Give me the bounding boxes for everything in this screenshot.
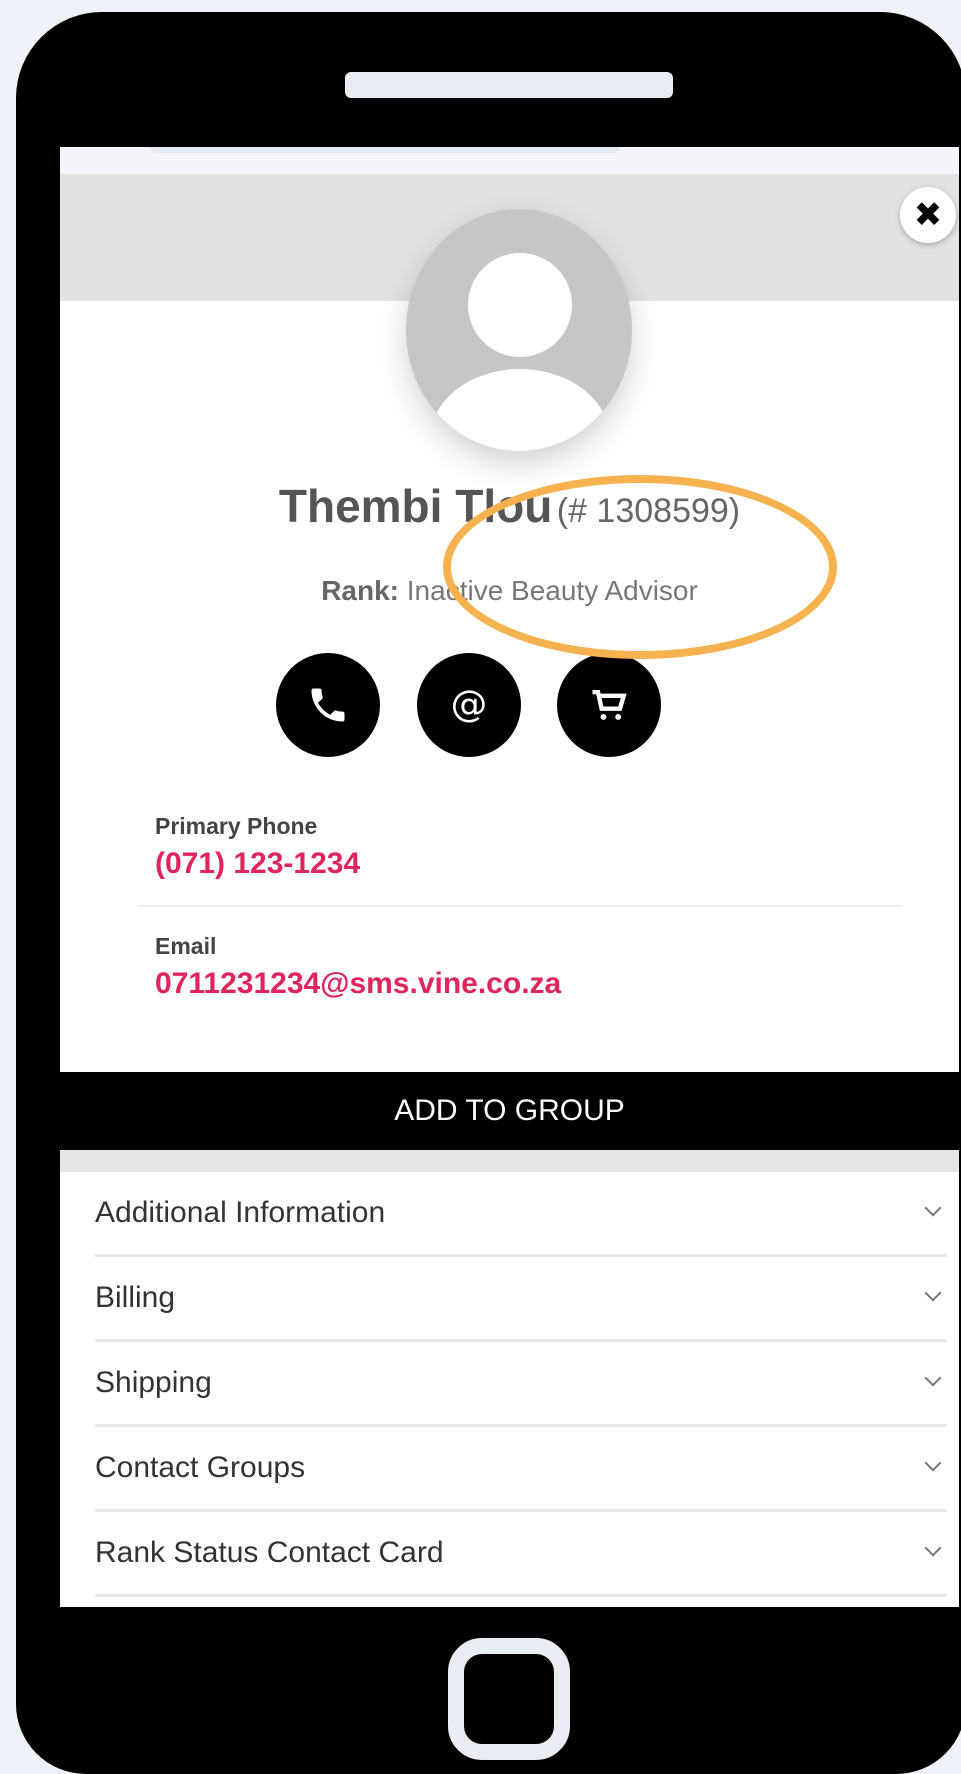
accordion-shipping[interactable]: Shipping xyxy=(95,1342,947,1427)
chevron-down-icon xyxy=(924,1199,942,1217)
email-icon: @ xyxy=(451,683,488,725)
accordion-label: Additional Information xyxy=(95,1196,386,1229)
chevron-down-icon xyxy=(924,1539,942,1557)
accordion-list: Additional Information Billing Shipping … xyxy=(95,1172,947,1597)
shop-button[interactable] xyxy=(557,653,661,757)
rank-label: Rank: xyxy=(321,575,399,606)
section-gap xyxy=(60,1150,959,1172)
primary-phone-value[interactable]: (071) 123-1234 xyxy=(155,847,360,881)
close-icon: ✖ xyxy=(913,195,943,235)
avatar xyxy=(406,209,632,451)
svg-text:@: @ xyxy=(451,683,488,725)
divider xyxy=(138,905,902,907)
email-label: Email xyxy=(155,933,217,959)
call-button[interactable] xyxy=(276,653,380,757)
chevron-down-icon xyxy=(924,1369,942,1387)
phone-speaker xyxy=(345,72,673,98)
contact-card-screen: ✖ Thembi Tlou (# 1308599) Rank: Inactive… xyxy=(60,147,959,1607)
add-to-group-button[interactable]: ADD TO GROUP xyxy=(60,1072,959,1150)
top-strip xyxy=(60,147,959,174)
accordion-label: Billing xyxy=(95,1281,176,1314)
accordion-label: Contact Groups xyxy=(95,1451,306,1484)
email-value[interactable]: 0711231234@sms.vine.co.za xyxy=(155,967,561,1001)
accordion-rank-status-contact-card[interactable]: Rank Status Contact Card xyxy=(95,1512,947,1597)
accordion-label: Shipping xyxy=(95,1366,212,1399)
accordion-billing[interactable]: Billing xyxy=(95,1257,947,1342)
primary-phone-label: Primary Phone xyxy=(155,813,318,839)
phone-frame: ✖ Thembi Tlou (# 1308599) Rank: Inactive… xyxy=(16,12,961,1774)
accordion-label: Rank Status Contact Card xyxy=(95,1536,444,1569)
chevron-down-icon xyxy=(924,1284,942,1302)
chevron-down-icon xyxy=(924,1454,942,1472)
accordion-additional-information[interactable]: Additional Information xyxy=(95,1172,947,1257)
highlight-annotation xyxy=(443,475,837,659)
cart-icon xyxy=(592,689,627,720)
phone-icon xyxy=(311,688,345,722)
close-button[interactable]: ✖ xyxy=(900,187,956,243)
home-button[interactable] xyxy=(448,1638,570,1760)
accordion-contact-groups[interactable]: Contact Groups xyxy=(95,1427,947,1512)
email-button[interactable]: @ xyxy=(417,653,521,757)
